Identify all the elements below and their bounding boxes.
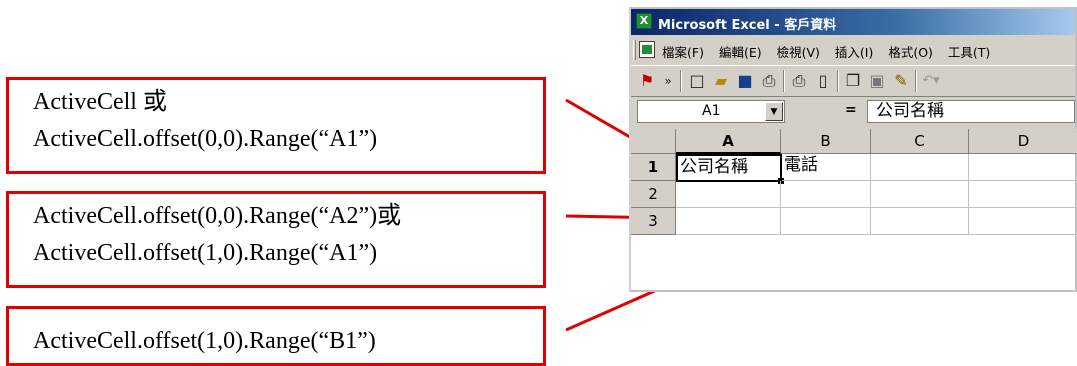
pdf-icon[interactable]: ⚑ xyxy=(637,71,657,91)
cell-d1[interactable] xyxy=(969,154,1077,181)
menu-bar: 檔案(F) 編輯(E) 檢視(V) 插入(I) 格式(O) 工具(T) xyxy=(631,37,1075,63)
format-painter-icon[interactable]: ✎ xyxy=(891,71,911,91)
row-header-1[interactable]: 1 xyxy=(631,154,676,181)
menu-view[interactable]: 檢視(V) xyxy=(777,45,820,60)
cell-b3[interactable] xyxy=(781,208,871,235)
standard-toolbar: ⚑ » □ ▰ ■ ⎙ ⎙ ▯ ❐ ▣ ✎ ↶▾ xyxy=(631,65,1075,97)
excel-window: X Microsoft Excel - 客戶資料 檔案(F) 編輯(E) 檢視(… xyxy=(629,7,1077,292)
menu-edit[interactable]: 編輯(E) xyxy=(719,45,762,60)
toolbar-separator xyxy=(915,70,917,92)
excel-app-icon[interactable]: X xyxy=(636,13,652,29)
print-icon[interactable]: ⎙ xyxy=(789,71,809,91)
callout-offset-a2: ActiveCell.offset(0,0).Range(“A2”)或 Acti… xyxy=(6,191,546,288)
toolbar-separator xyxy=(837,70,839,92)
menubar-grip[interactable] xyxy=(633,40,636,60)
column-header-d[interactable]: D xyxy=(969,129,1077,154)
worksheet-grid: A B C D 1 2 3 公司名稱 電話 xyxy=(631,129,1077,290)
callout-activecell-a1: ActiveCell 或 ActiveCell.offset(0,0).Rang… xyxy=(6,77,546,174)
menu-format[interactable]: 格式(O) xyxy=(888,45,933,60)
formula-bar: A1 ▼ = 公司名稱 xyxy=(631,97,1075,127)
callout-offset-b1: ActiveCell.offset(1,0).Range(“B1”) xyxy=(6,306,546,366)
menu-insert[interactable]: 插入(I) xyxy=(835,45,873,60)
equals-button[interactable]: = xyxy=(845,102,857,118)
save-icon[interactable]: ■ xyxy=(735,71,755,91)
undo-icon[interactable]: ↶▾ xyxy=(921,71,941,91)
print-preview-icon[interactable]: ▯ xyxy=(813,71,833,91)
cell-d3[interactable] xyxy=(969,208,1077,235)
cell-d2[interactable] xyxy=(969,181,1077,208)
paste-icon[interactable]: ▣ xyxy=(867,71,887,91)
toolbar-separator xyxy=(783,70,785,92)
menu-tools[interactable]: 工具(T) xyxy=(948,45,990,60)
workbook-icon[interactable] xyxy=(639,41,655,58)
cell-a2[interactable] xyxy=(676,181,781,208)
cell-c3[interactable] xyxy=(871,208,969,235)
callout-line: ActiveCell.offset(1,0).Range(“A1”) xyxy=(33,240,378,266)
open-icon[interactable]: ▰ xyxy=(711,71,731,91)
callout-line: ActiveCell.offset(0,0).Range(“A1”) xyxy=(33,126,378,152)
column-header-a[interactable]: A xyxy=(676,129,781,154)
column-header-c[interactable]: C xyxy=(871,129,969,154)
cell-c1[interactable] xyxy=(871,154,969,181)
formula-input[interactable]: 公司名稱 xyxy=(867,100,1075,123)
name-box-value: A1 xyxy=(702,103,721,119)
cell-b1[interactable]: 電話 xyxy=(782,154,871,181)
callout-line: ActiveCell.offset(1,0).Range(“B1”) xyxy=(33,328,376,354)
cell-b2[interactable] xyxy=(781,181,871,208)
select-all-corner[interactable] xyxy=(631,129,676,154)
new-icon[interactable]: □ xyxy=(687,71,707,91)
window-title: Microsoft Excel - 客戶資料 xyxy=(658,18,837,33)
toolbar-overflow-icon[interactable]: » xyxy=(658,71,678,91)
callout-line: ActiveCell 或 xyxy=(33,89,167,115)
copy-icon[interactable]: ❐ xyxy=(843,71,863,91)
row-header-3[interactable]: 3 xyxy=(631,208,676,235)
column-header-b[interactable]: B xyxy=(781,129,871,154)
title-bar[interactable]: X Microsoft Excel - 客戶資料 xyxy=(631,9,1075,35)
cell-a1[interactable]: 公司名稱 xyxy=(676,154,782,182)
row-header-2[interactable]: 2 xyxy=(631,181,676,208)
cell-a3[interactable] xyxy=(676,208,781,235)
permission-icon[interactable]: ⎙ xyxy=(759,71,779,91)
menu-file[interactable]: 檔案(F) xyxy=(662,45,704,60)
name-box[interactable]: A1 ▼ xyxy=(637,100,785,123)
toolbar-separator xyxy=(680,70,682,92)
cell-c2[interactable] xyxy=(871,181,969,208)
callout-line: ActiveCell.offset(0,0).Range(“A2”)或 xyxy=(33,203,402,229)
chevron-down-icon[interactable]: ▼ xyxy=(765,102,783,121)
